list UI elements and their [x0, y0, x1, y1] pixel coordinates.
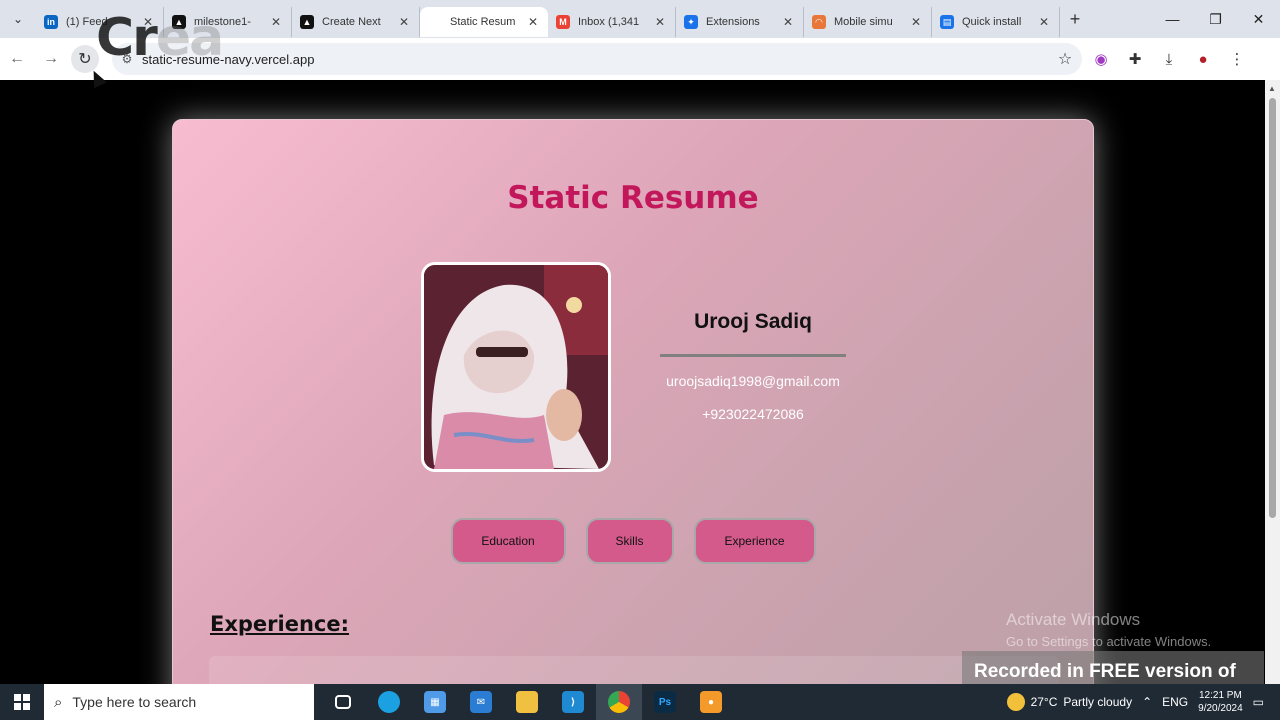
tab-close-icon[interactable]: ✕: [909, 15, 923, 29]
menu-kebab-icon[interactable]: ⋮: [1224, 46, 1250, 72]
profile-photo: [421, 262, 611, 472]
store-icon[interactable]: ▦: [412, 684, 458, 720]
chrome-icon[interactable]: [596, 684, 642, 720]
minimize-icon[interactable]: —: [1151, 0, 1194, 38]
bookmark-star-icon[interactable]: ☆: [1048, 49, 1082, 69]
tab-search-chevron-icon[interactable]: ⌄: [0, 0, 36, 38]
page-title: Static Resume: [507, 180, 759, 216]
tab-label: Create Next: [322, 16, 381, 28]
recorder-app-icon[interactable]: ●: [688, 684, 734, 720]
tab-label: Mobile simu: [834, 16, 893, 28]
experience-button[interactable]: Experience: [693, 518, 816, 564]
resume-card: Static Resume Urooj Sadiq uroojsadiq1998…: [172, 119, 1094, 684]
clock[interactable]: 12:21 PM 9/20/2024: [1198, 689, 1243, 715]
address-bar[interactable]: ⚙ static-resume-navy.vercel.app ☆: [112, 43, 1082, 75]
toolbar-actions: ◉ ✚ ⤓ ● ⋮: [1088, 43, 1250, 75]
logo-dark-text: Cr: [96, 8, 158, 68]
close-window-icon[interactable]: ✕: [1237, 0, 1280, 38]
browser-tab[interactable]: M Inbox (1,341 ✕: [548, 7, 676, 37]
clock-time: 12:21 PM: [1199, 690, 1242, 701]
browser-tab[interactable]: ▤ Quick install ✕: [932, 7, 1060, 37]
tab-close-icon[interactable]: ✕: [397, 15, 411, 29]
activate-subtitle: Go to Settings to activate Windows.: [1006, 634, 1212, 649]
tab-favicon-icon: ◠: [812, 15, 826, 29]
recorder-logo-overlay: Crea: [96, 8, 224, 68]
education-button[interactable]: Education: [450, 518, 566, 564]
vscode-icon[interactable]: ⟩: [550, 684, 596, 720]
notification-icon[interactable]: ▭: [1253, 695, 1264, 709]
logo-faint-text: ea: [155, 8, 224, 68]
section-buttons: Education Skills Experience: [173, 518, 1093, 564]
browser-tab[interactable]: Static Resum ✕: [420, 7, 548, 37]
clock-date: 9/20/2024: [1198, 703, 1243, 714]
tab-label: Quick install: [962, 16, 1022, 28]
tab-favicon-icon: [428, 15, 442, 29]
system-tray: 27°C Partly cloudy ⌃ ENG 12:21 PM 9/20/2…: [1006, 684, 1264, 720]
page-scrollbar[interactable]: ▲: [1265, 80, 1280, 684]
back-arrow-icon[interactable]: ←: [0, 42, 34, 76]
edge-browser-icon[interactable]: [366, 684, 412, 720]
file-explorer-icon[interactable]: [504, 684, 550, 720]
language-indicator[interactable]: ENG: [1162, 695, 1188, 709]
weather-temp: 27°C: [1030, 695, 1058, 709]
tab-favicon-icon: ▲: [300, 15, 314, 29]
skills-button[interactable]: Skills: [585, 518, 674, 564]
tab-favicon-icon: ✦: [684, 15, 698, 29]
start-button[interactable]: [0, 684, 44, 720]
windows-taskbar: ⌕ Type here to search ▦ ✉ ⟩ Ps ● 27°C Pa…: [0, 684, 1280, 720]
extensions-puzzle-icon[interactable]: ✚: [1122, 46, 1148, 72]
experience-heading: Experience:: [210, 612, 350, 636]
browser-tab[interactable]: ✦ Extensions ✕: [676, 7, 804, 37]
weather-sun-icon: [1006, 693, 1025, 711]
taskbar-apps: ▦ ✉ ⟩ Ps ●: [320, 684, 734, 720]
tab-close-icon[interactable]: ✕: [1037, 15, 1051, 29]
tab-label: Inbox (1,341: [578, 16, 640, 28]
tab-close-icon[interactable]: ✕: [526, 15, 540, 29]
forward-arrow-icon[interactable]: →: [34, 42, 68, 76]
activate-title: Activate Windows: [1006, 610, 1141, 629]
tab-favicon-icon: M: [556, 15, 570, 29]
windows-logo-icon: [14, 694, 30, 710]
tab-label: Extensions: [706, 16, 760, 28]
experience-section-box: [209, 656, 1059, 684]
search-placeholder: Type here to search: [72, 694, 197, 710]
browser-tab[interactable]: ▲ Create Next ✕: [292, 7, 420, 37]
tab-label: Static Resum: [450, 16, 516, 28]
scroll-up-arrow-icon[interactable]: ▲: [1268, 84, 1276, 93]
tray-chevron-icon[interactable]: ⌃: [1142, 695, 1152, 709]
tab-close-icon[interactable]: ✕: [781, 15, 795, 29]
url-text[interactable]: static-resume-navy.vercel.app: [142, 52, 1048, 67]
person-name: Urooj Sadiq: [694, 310, 812, 333]
tab-favicon-icon: ▤: [940, 15, 954, 29]
mail-icon[interactable]: ✉: [458, 684, 504, 720]
restore-icon[interactable]: ❐: [1194, 0, 1237, 38]
photoshop-icon[interactable]: Ps: [642, 684, 688, 720]
task-view-icon[interactable]: [320, 684, 366, 720]
new-tab-button[interactable]: +: [1060, 9, 1090, 30]
weather-widget[interactable]: 27°C Partly cloudy: [1006, 693, 1133, 711]
phone-text: +923022472086: [702, 406, 804, 422]
weather-desc: Partly cloudy: [1063, 695, 1133, 709]
email-text: uroojsadiq1998@gmail.com: [666, 373, 840, 389]
name-divider: [660, 354, 846, 357]
tab-close-icon[interactable]: ✕: [653, 15, 667, 29]
profile-photo-image: [424, 265, 608, 469]
window-controls: — ❐ ✕: [1151, 0, 1280, 38]
scrollbar-thumb[interactable]: [1269, 98, 1276, 518]
taskbar-search[interactable]: ⌕ Type here to search: [44, 684, 314, 720]
page-viewport: Static Resume Urooj Sadiq uroojsadiq1998…: [0, 80, 1265, 684]
browser-tab[interactable]: ◠ Mobile simu ✕: [804, 7, 932, 37]
activate-windows-notice: Activate Windows Go to Settings to activ…: [1006, 610, 1211, 649]
extension-color-icon[interactable]: ◉: [1088, 46, 1114, 72]
tab-favicon-icon: in: [44, 15, 58, 29]
contact-info: Urooj Sadiq uroojsadiq1998@gmail.com +92…: [643, 310, 863, 422]
tab-close-icon[interactable]: ✕: [269, 15, 283, 29]
profile-avatar-icon[interactable]: ●: [1190, 46, 1216, 72]
download-icon[interactable]: ⤓: [1156, 46, 1182, 72]
search-icon: ⌕: [54, 693, 63, 711]
